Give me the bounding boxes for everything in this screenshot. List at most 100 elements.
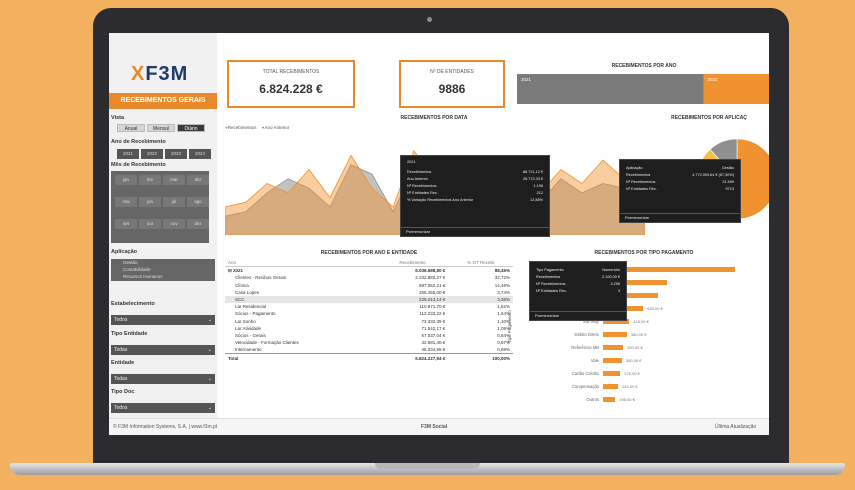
year-bar-title: RECEBIMENTOS POR ANO: [611, 63, 677, 69]
table-cell: Total: [225, 353, 377, 362]
table-cell: Lar Residencial: [235, 304, 267, 310]
brand-logo: XF3M: [131, 63, 189, 85]
year-2023[interactable]: 2023: [165, 149, 187, 159]
tooltip-value: 2.100,00 €: [602, 275, 620, 279]
tooltip-key: Recebimentos: [407, 170, 432, 174]
tooltip-key: Recebimentos: [626, 173, 651, 177]
bar-8[interactable]: [603, 371, 621, 376]
table-cell: 71.542,17 €: [421, 325, 446, 331]
table-row[interactable]: ⊟ 2021 6.036.588,80 € 88,45%: [225, 267, 513, 275]
tooltip-value: 1.196: [533, 184, 543, 188]
table-cell: Casa Lopes: [235, 289, 260, 295]
estabelecimento-dropdown[interactable]: Todos ⌄: [111, 315, 215, 325]
pie-title: RECEBIMENTOS POR APLICAÇ: [671, 115, 747, 121]
chevron-down-icon: ⌄: [207, 376, 212, 382]
year-segment-label: 2022: [707, 77, 718, 82]
aplicacao-item[interactable]: Recursos Humanos: [111, 273, 215, 280]
table-row[interactable]: Internamento 46.334,85 € 0,68%: [225, 346, 513, 354]
month-jun[interactable]: jun: [139, 197, 161, 207]
table-row[interactable]: Casa Lopes 255.455,00 € 3,74%: [225, 289, 513, 296]
table-row[interactable]: Velocidade - Formação Clientes 42.581,40 …: [225, 339, 513, 346]
tooltip-value: 86.721,12 €: [522, 170, 543, 174]
table-row[interactable]: Sócios - Pagamento 112.233,22 € 1,64%: [225, 310, 513, 317]
bar-value-label: 300,00 €: [625, 358, 642, 363]
month-dez[interactable]: dez: [187, 219, 209, 229]
month-ago[interactable]: ago: [187, 197, 209, 207]
tooltip-value: 21.599: [722, 180, 734, 184]
month-mar[interactable]: mar: [163, 175, 185, 185]
table-cell: 88,45%: [494, 268, 510, 274]
table-row[interactable]: Sócios - Gerais 57.037,04 € 0,84%: [225, 332, 513, 339]
aplicacao-item[interactable]: Contabilidade: [111, 266, 215, 273]
table-cell: 1,10%: [497, 318, 510, 324]
month-filter-label: Mês de Recebimento: [111, 162, 166, 168]
year-2022[interactable]: 2022: [141, 149, 163, 159]
month-fev[interactable]: fev: [139, 175, 161, 185]
bar-6[interactable]: [603, 345, 624, 350]
table-row[interactable]: Clínica 987.052,21 € 14,46%: [225, 282, 513, 289]
table-cell: 110.871,70 €: [419, 304, 446, 310]
table-cell: 57.037,04 €: [421, 332, 446, 338]
month-nov[interactable]: nov: [163, 219, 185, 229]
aplicacao-filter-label: Aplicação: [111, 249, 137, 255]
tooltip-value: 9713: [725, 187, 734, 191]
table-row[interactable]: Lar Sonho 73.332,39 € 1,10%: [225, 318, 513, 325]
table-cell: 0,84%: [497, 332, 510, 338]
month-set[interactable]: set: [115, 219, 137, 229]
drill-through-link[interactable]: Pormenorizar: [401, 227, 549, 236]
year-2024[interactable]: 2024: [189, 149, 211, 159]
table-cell: 0,68%: [497, 347, 510, 353]
column-header[interactable]: Ano: [225, 259, 377, 268]
month-jan[interactable]: jan: [115, 175, 137, 185]
aplicacao-item[interactable]: Gestão: [111, 259, 215, 266]
year-2021[interactable]: 2021: [117, 149, 139, 159]
tooltip-year: 2021: [407, 160, 416, 164]
view-filter-label: Vista: [111, 115, 125, 121]
drill-through-link[interactable]: Pormenorizar: [530, 311, 626, 320]
table-cell: 3,74%: [497, 289, 510, 295]
tipo-entidade-dropdown[interactable]: Todas ⌄: [111, 345, 215, 355]
view-option-annual[interactable]: Anual: [117, 124, 145, 132]
tooltip-value: Numerário: [602, 268, 620, 272]
bar-value-label: 418,00 €: [633, 319, 649, 324]
drill-through-link[interactable]: Pormenorizar: [620, 213, 740, 222]
month-mai[interactable]: mai: [115, 197, 137, 207]
bar-5[interactable]: [603, 332, 627, 337]
tooltip-value: 3: [617, 289, 620, 293]
bar-label: Referência MB: [571, 345, 599, 350]
table-row[interactable]: Lar Residencial 110.871,70 € 1,62%: [225, 303, 513, 310]
column-header[interactable]: Recebimento: [376, 259, 449, 268]
month-jul[interactable]: jul: [163, 197, 185, 207]
table-cell: 255.455,00 €: [419, 289, 446, 295]
matrix-table: Ano Recebimento % GT Recebi ⊟ 2021 6.036.…: [225, 259, 513, 362]
bar-9[interactable]: [603, 384, 619, 389]
view-option-daily[interactable]: Diário: [177, 124, 205, 132]
laptop-notch: [375, 463, 480, 469]
area-chart-title: RECEBIMENTOS POR DATA: [400, 115, 468, 121]
table-cell: 3,36%: [448, 295, 513, 304]
column-header[interactable]: % GT Recebi: [448, 259, 513, 268]
month-out[interactable]: out: [139, 219, 161, 229]
table-cell: Clínica: [235, 282, 249, 288]
kpi-title: Nº DE ENTIDADES: [430, 69, 474, 75]
bar-value-label: 195,00 €: [619, 397, 635, 402]
table-row[interactable]: Clientes - Recibos Gerais 2.232.882,27 € 3…: [225, 274, 513, 281]
table-cell: 1,62%: [497, 304, 510, 310]
bar-label: Outros: [586, 397, 599, 402]
bar-value-label: 380,00 €: [630, 332, 647, 337]
tipo-doc-dropdown[interactable]: Todos ⌄: [111, 403, 215, 413]
year-segment-2021[interactable]: [517, 74, 704, 104]
table-cell: 2.232.882,27 €: [415, 275, 446, 281]
bar-7[interactable]: [603, 358, 622, 363]
copyright-text: © F3M Information Systems, S.A. | www.f3…: [113, 424, 218, 430]
month-abr[interactable]: abr: [187, 175, 209, 185]
entidade-dropdown[interactable]: Todas ⌄: [111, 374, 215, 384]
bar-10[interactable]: [603, 397, 616, 402]
camera-icon: [427, 17, 432, 22]
bar-value-label: 640,00 €: [647, 306, 663, 311]
view-option-monthly[interactable]: Mensal: [147, 124, 175, 132]
bar-label: Vale: [590, 358, 599, 363]
table-row[interactable]: Lar Atividade 71.542,17 € 1,05%: [225, 325, 513, 332]
table-row[interactable]: SCC 229.213,14 €3,36%: [225, 295, 513, 304]
axis-label: Tipo Pagamento: [507, 310, 512, 343]
